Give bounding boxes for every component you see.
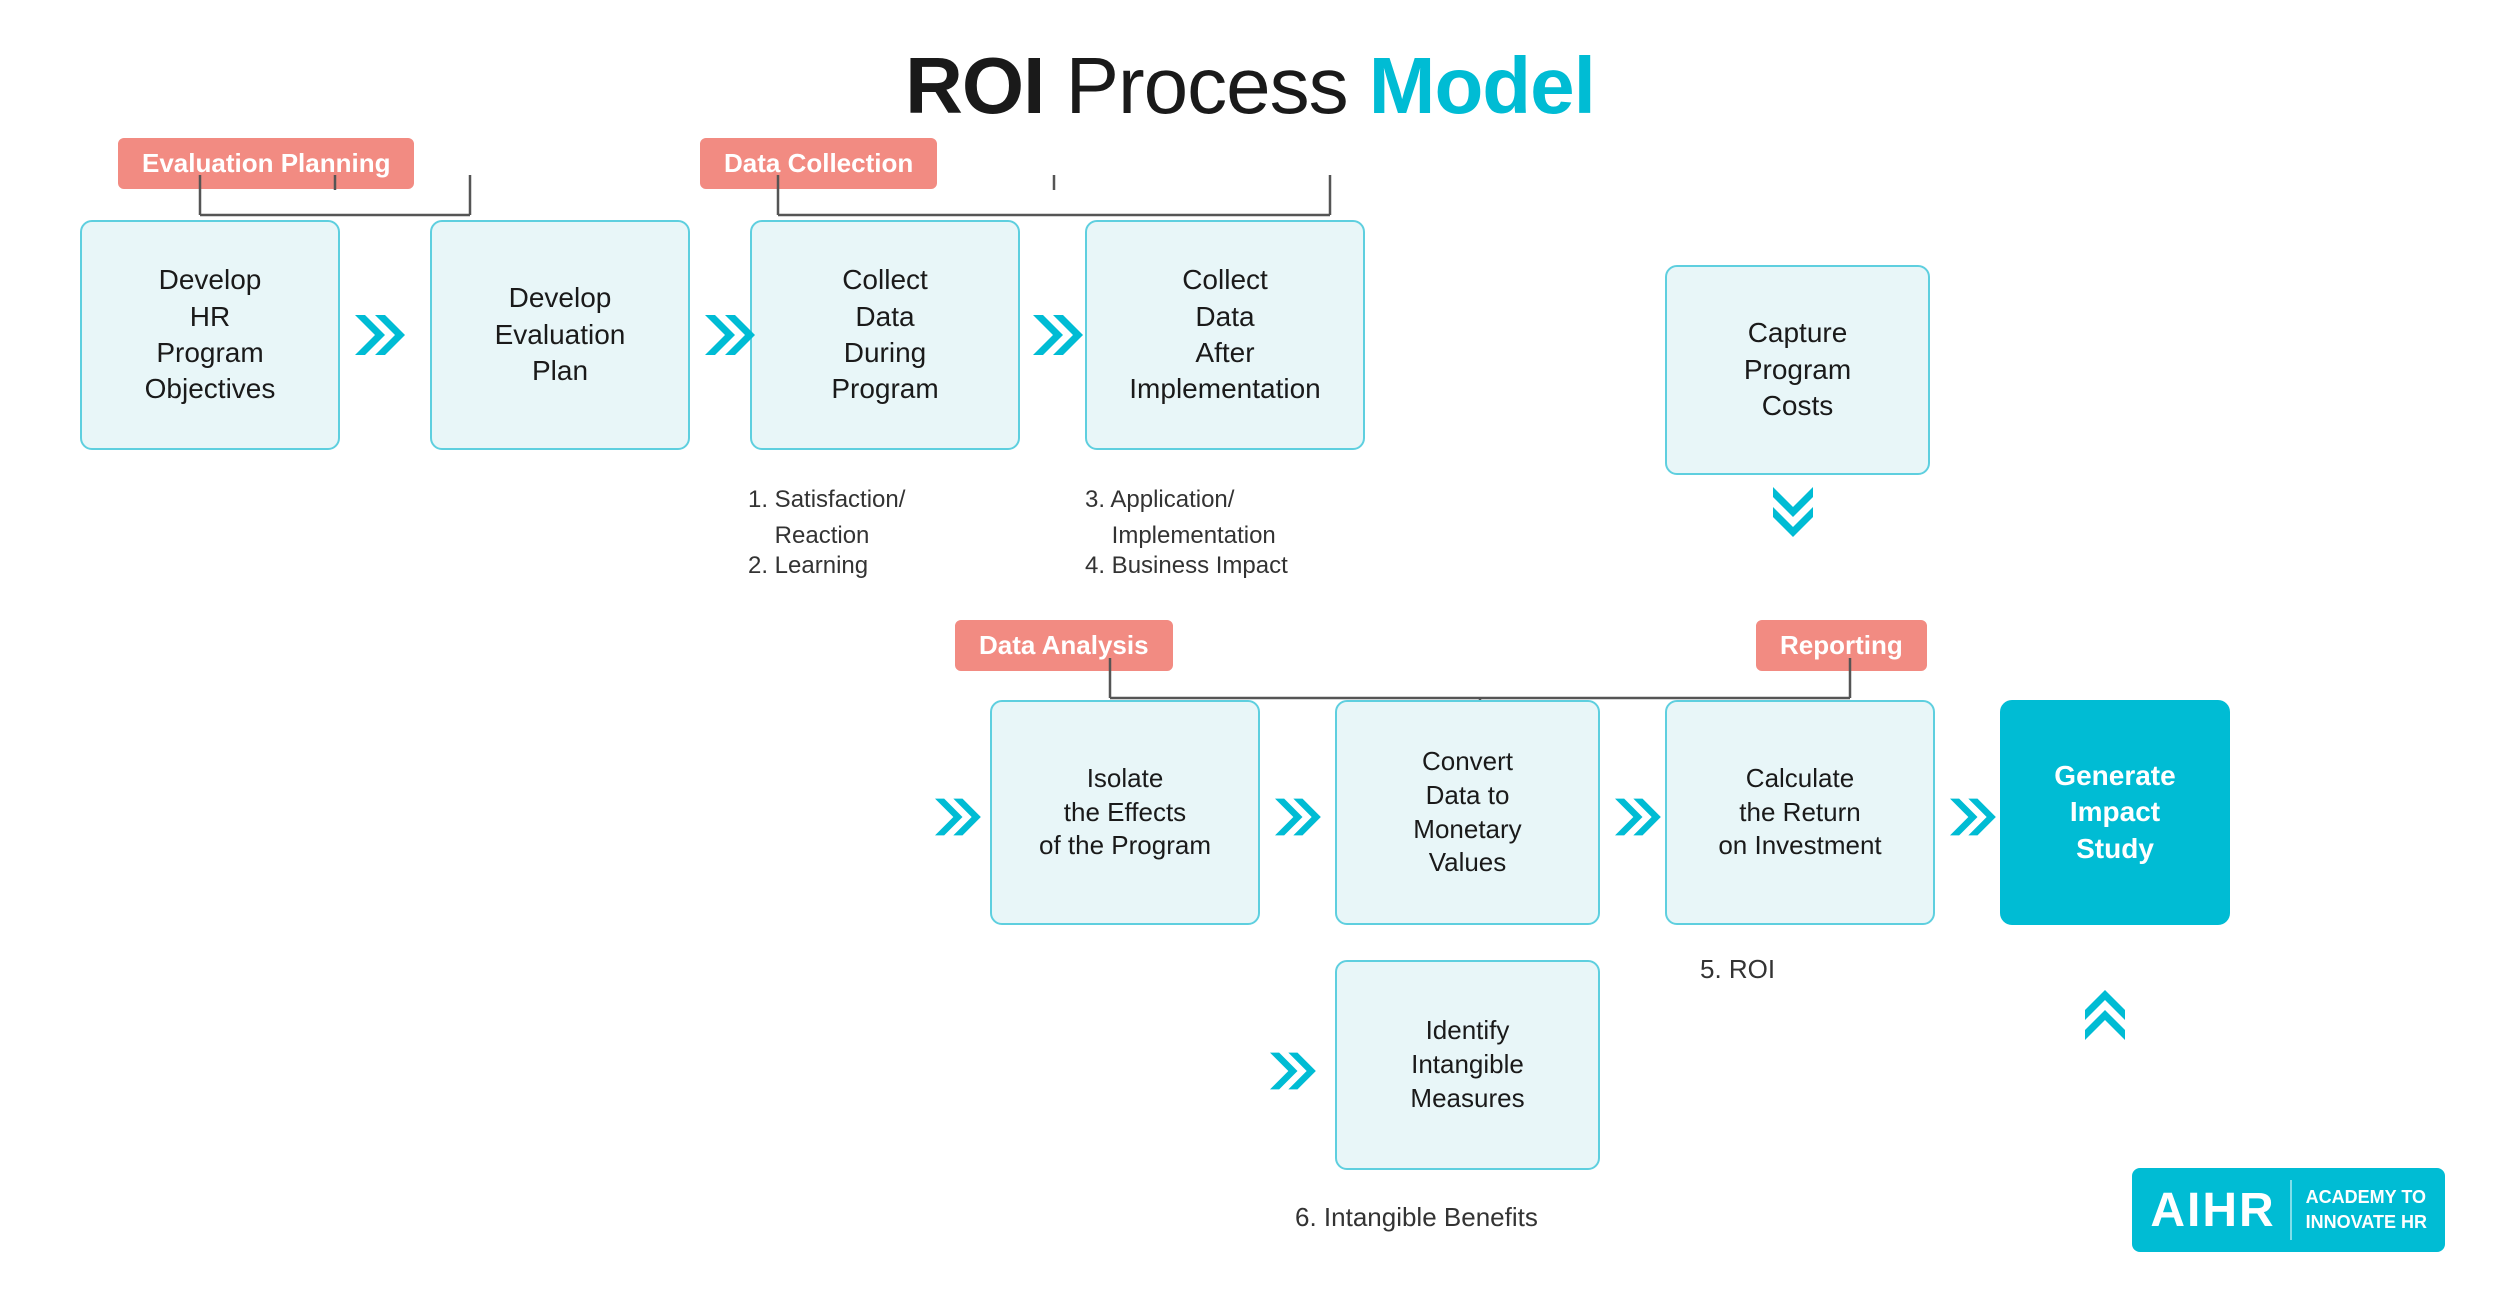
annotation-application: 3. Application/ Implementation bbox=[1085, 482, 1276, 554]
proc-develop-eval: DevelopEvaluationPlan bbox=[430, 220, 690, 450]
arrow-hr-to-eval bbox=[355, 310, 415, 360]
page-title: ROI Process Model bbox=[0, 0, 2500, 132]
arrow-eval-to-during bbox=[705, 310, 765, 360]
proc-identify-intangible: IdentifyIntangibleMeasures bbox=[1335, 960, 1600, 1170]
page: ROI Process Model Evaluation Planning Da… bbox=[0, 0, 2500, 1307]
arrow-isolate-to-convert bbox=[1275, 792, 1330, 842]
annotation-intangible-text: 6. Intangible Benefits bbox=[1295, 1202, 1538, 1232]
proc-convert: ConvertData toMonetaryValues bbox=[1335, 700, 1600, 925]
proc-isolate: Isolatethe Effectsof the Program bbox=[990, 700, 1260, 925]
annotation-learning-text: 2. Learning bbox=[748, 552, 868, 579]
arrow-to-isolate bbox=[935, 792, 990, 842]
proc-develop-hr: DevelopHRProgramObjectives bbox=[80, 220, 340, 450]
arrow-to-intangible bbox=[1270, 1046, 1325, 1096]
title-roi: ROI bbox=[905, 41, 1044, 130]
title-process: Process bbox=[1066, 41, 1369, 130]
annotation-intangible: 6. Intangible Benefits bbox=[1295, 1198, 1538, 1237]
aihr-tagline: ACADEMY TOINNOVATE HR bbox=[2306, 1185, 2427, 1235]
annotation-business-impact: 4. Business Impact bbox=[1085, 548, 1288, 584]
arrow-convert-to-calculate bbox=[1615, 792, 1670, 842]
arrow-calculate-to-generate bbox=[1950, 792, 2005, 842]
proc-collect-after: CollectDataAfterImplementation bbox=[1085, 220, 1365, 450]
proc-calculate: Calculatethe Returnon Investment bbox=[1665, 700, 1935, 925]
aihr-logo: AIHR ACADEMY TOINNOVATE HR bbox=[2132, 1168, 2445, 1252]
proc-generate-impact: GenerateImpactStudy bbox=[2000, 700, 2230, 925]
annotation-learning: 2. Learning bbox=[748, 548, 868, 584]
arrow-during-to-after bbox=[1033, 310, 1093, 360]
arrow-costs-down bbox=[1768, 487, 1818, 547]
annotation-roi: 5. ROI bbox=[1700, 950, 1775, 989]
proc-capture-costs: CaptureProgramCosts bbox=[1665, 265, 1930, 475]
arrow-generate-up bbox=[2080, 960, 2130, 1040]
proc-collect-during: CollectDataDuringProgram bbox=[750, 220, 1020, 450]
annotation-roi-text: 5. ROI bbox=[1700, 954, 1775, 984]
aihr-name: AIHR bbox=[2150, 1183, 2275, 1238]
annotation-application-text: 3. Application/ Implementation bbox=[1085, 486, 1276, 549]
title-model: Model bbox=[1369, 41, 1595, 130]
annotation-satisfaction: 1. Satisfaction/ Reaction bbox=[748, 482, 905, 554]
annotation-business-impact-text: 4. Business Impact bbox=[1085, 552, 1288, 579]
aihr-divider bbox=[2290, 1180, 2292, 1240]
annotation-satisfaction-text: 1. Satisfaction/ Reaction bbox=[748, 486, 905, 549]
